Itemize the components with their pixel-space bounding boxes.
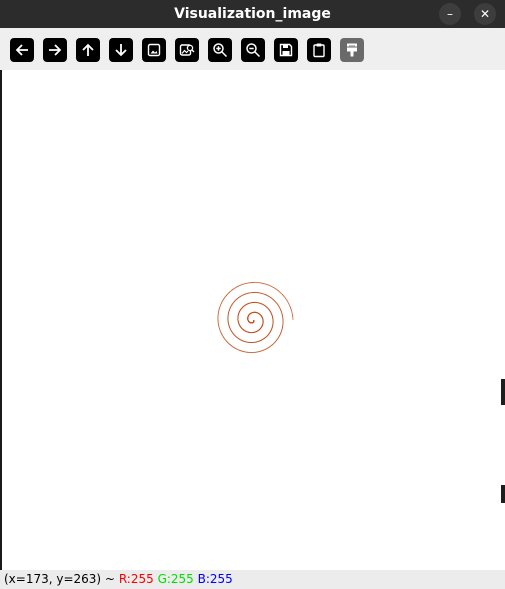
zoom-original-button[interactable] <box>175 38 199 62</box>
pan-left-icon <box>15 44 28 56</box>
pan-right-button[interactable] <box>43 38 67 62</box>
cursor-coords: (x=173, y=263) ~ <box>4 572 115 586</box>
pan-up-icon <box>82 43 94 56</box>
status-bar: (x=173, y=263) ~ R:255 G:255 B:255 <box>0 570 505 589</box>
toolbar <box>0 28 505 70</box>
pan-right-icon <box>49 44 62 56</box>
spiral-image <box>217 281 294 354</box>
properties-icon <box>347 43 357 57</box>
edge-shadow-mark <box>501 379 505 405</box>
image-canvas[interactable] <box>2 70 501 570</box>
edge-shadow-mark <box>501 485 505 503</box>
save-icon <box>279 43 293 57</box>
zoom-out-icon <box>246 43 261 58</box>
title-bar[interactable]: Visualization_image – ✕ <box>0 0 505 28</box>
pan-down-icon <box>115 44 127 57</box>
zoom-fit-button[interactable] <box>142 38 166 62</box>
copy-clipboard-button[interactable] <box>307 38 331 62</box>
pan-down-button[interactable] <box>109 38 133 62</box>
pixel-green-value: G:255 <box>157 572 194 586</box>
zoom-fit-icon <box>147 43 161 57</box>
close-button[interactable]: ✕ <box>474 3 496 25</box>
pixel-blue-value: B:255 <box>197 572 233 586</box>
copy-clipboard-icon <box>313 43 325 58</box>
pixel-red-value: R:255 <box>118 572 154 586</box>
zoom-out-button[interactable] <box>241 38 265 62</box>
save-button[interactable] <box>274 38 298 62</box>
image-window: Visualization_image – ✕ (x=173, y=263) ~… <box>0 0 505 589</box>
window-title: Visualization_image <box>174 6 331 22</box>
zoom-original-icon <box>179 44 195 56</box>
minimize-button[interactable]: – <box>439 3 461 25</box>
zoom-in-button[interactable] <box>208 38 232 62</box>
pan-left-button[interactable] <box>10 38 34 62</box>
properties-button[interactable] <box>340 38 364 62</box>
zoom-in-icon <box>213 43 228 58</box>
pan-up-button[interactable] <box>76 38 100 62</box>
